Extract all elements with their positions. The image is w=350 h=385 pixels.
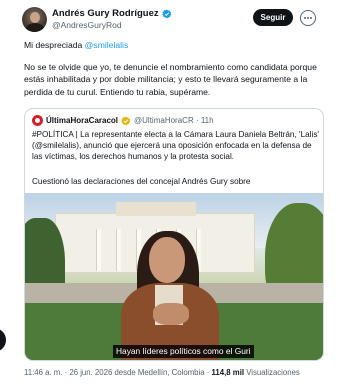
quoted-text: #POLÍTICA | La representante electa a la… <box>32 130 319 162</box>
more-options-icon[interactable] <box>300 10 316 26</box>
quoted-tweet[interactable]: ÚltimaHoraCaracol @UltimaHoraCR · 11h #P… <box>24 108 324 361</box>
verified-badge-icon <box>121 116 131 125</box>
views-count: 114,8 mil <box>211 368 245 377</box>
video-caption: Hayan líderes políticos como el Guri <box>113 345 254 358</box>
quoted-video[interactable]: Hayan líderes políticos como el Guri <box>25 193 323 360</box>
side-floating-button[interactable] <box>0 328 6 352</box>
quoted-text-2: Cuestionó las declaraciones del concejal… <box>32 177 251 186</box>
display-name[interactable]: Andrés Gury Rodríguez <box>52 8 159 19</box>
tweet-text-line1: Mi despreciada @smilelalis <box>24 39 324 51</box>
name-row: Andrés Gury Rodríguez <box>52 8 172 19</box>
verified-badge-icon <box>161 9 171 18</box>
tweet-footer: 11:46 a. m. · 26 jun. 2026 desde Medellí… <box>24 368 300 377</box>
mention-link[interactable]: @smilelalis <box>85 40 129 50</box>
avatar[interactable] <box>22 7 47 32</box>
follow-button[interactable]: Seguir <box>253 9 293 26</box>
quoted-tweet-header: ÚltimaHoraCaracol @UltimaHoraCR · 11h <box>32 115 214 126</box>
quoted-handle-time: @UltimaHoraCR · 11h <box>134 116 214 125</box>
handle[interactable]: @AndresGuryRod <box>52 20 122 30</box>
tweet-text-prefix: Mi despreciada <box>24 40 85 50</box>
tweet: Andrés Gury Rodríguez @AndresGuryRod Seg… <box>0 0 350 385</box>
views-label: Visualizaciones <box>244 368 300 377</box>
quoted-display-name: ÚltimaHoraCaracol <box>46 116 119 125</box>
quoted-avatar <box>32 115 43 126</box>
tweet-header: Andrés Gury Rodríguez @AndresGuryRod Seg… <box>22 7 332 33</box>
tweet-text-paragraph: No se te olvide que yo, te denuncie el n… <box>24 62 317 97</box>
timestamp[interactable]: 11:46 a. m. · 26 jun. 2026 desde Medellí… <box>24 368 212 377</box>
